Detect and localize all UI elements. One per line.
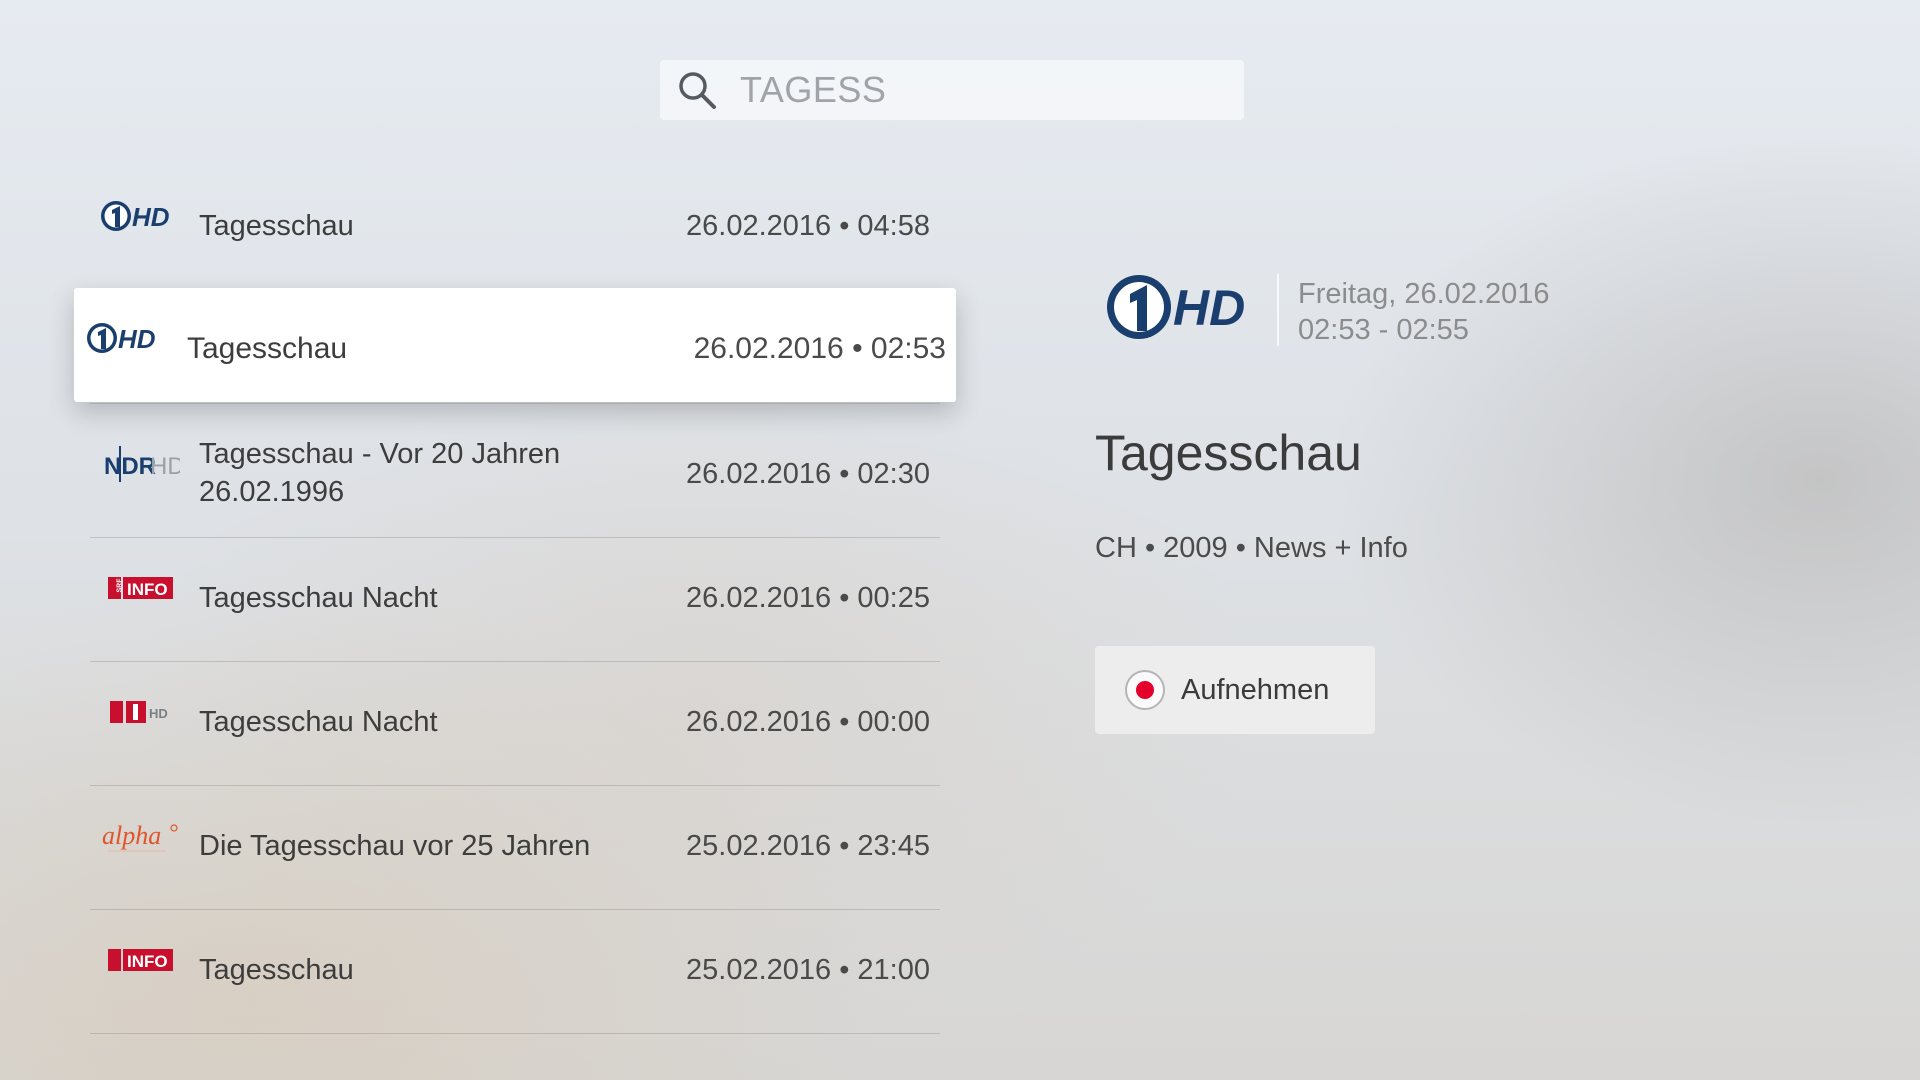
svg-text:alpha: alpha <box>102 821 161 850</box>
svg-text:HD: HD <box>149 706 168 721</box>
result-subtitle: 26.02.1996 <box>199 476 345 508</box>
result-title: Die Tagesschau vor 25 Jahren <box>199 830 591 862</box>
svg-text:NDR: NDR <box>104 453 156 480</box>
result-title: Tagesschau Nacht <box>199 706 438 738</box>
result-date: 26.02.2016 • 02:53 <box>693 332 946 365</box>
das-erste-hd-logo: HD <box>1105 272 1255 342</box>
detail-divider <box>1277 274 1279 346</box>
svg-text:HD: HD <box>118 324 156 354</box>
result-title: Tagesschau <box>199 210 354 242</box>
result-title: Tagesschau <box>187 332 348 365</box>
result-row[interactable]: NDR HD Tagesschau - Vor 20 Jahren 26.02.… <box>90 414 940 538</box>
record-icon <box>1125 670 1165 710</box>
das-erste-hd-logo: HD <box>86 318 166 358</box>
svg-text:HD: HD <box>150 453 180 480</box>
srf-info-logo: INFO <box>100 940 180 980</box>
results-list: HD Tagesschau 26.02.2016 • 04:58 HD Tage… <box>74 166 956 1034</box>
result-date: 26.02.2016 • 04:58 <box>686 210 930 242</box>
result-row[interactable]: HD Tagesschau 26.02.2016 • 04:58 <box>90 166 940 290</box>
result-title: Tagesschau <box>199 954 354 986</box>
search-icon <box>679 72 716 109</box>
result-row-selected[interactable]: HD Tagesschau 26.02.2016 • 02:53 <box>74 288 956 404</box>
svg-text:INFO: INFO <box>127 580 168 599</box>
detail-day: Freitag, 26.02.2016 <box>1298 278 1550 310</box>
search-input[interactable]: TAGESS <box>740 69 886 111</box>
result-date: 25.02.2016 • 21:00 <box>686 954 930 986</box>
result-title: Tagesschau - Vor 20 Jahren <box>199 438 561 470</box>
result-date: 26.02.2016 • 00:25 <box>686 582 930 614</box>
result-row[interactable]: HD Tagesschau Nacht 26.02.2016 • 00:00 <box>90 662 940 786</box>
srf-info-logo: SRF INFO <box>100 568 180 608</box>
svg-text:HD: HD <box>132 202 170 232</box>
detail-title: Tagesschau <box>1095 424 1362 481</box>
ard-alpha-logo: alpha <box>100 816 180 856</box>
srf-1-hd-logo: HD <box>100 692 180 732</box>
result-row[interactable]: alpha Die Tagesschau vor 25 Jahren 25.02… <box>90 786 940 910</box>
result-title: Tagesschau Nacht <box>199 582 438 614</box>
result-date: 26.02.2016 • 00:00 <box>686 706 930 738</box>
result-date: 25.02.2016 • 23:45 <box>686 830 930 862</box>
record-label: Aufnehmen <box>1181 673 1330 706</box>
svg-text:HD: HD <box>1173 280 1245 336</box>
record-button[interactable]: Aufnehmen <box>1095 646 1375 734</box>
das-erste-hd-logo: HD <box>100 196 180 236</box>
search-bar[interactable]: TAGESS <box>660 60 1244 120</box>
result-row[interactable]: SRF INFO Tagesschau Nacht 26.02.2016 • 0… <box>90 538 940 662</box>
svg-text:SRF: SRF <box>117 578 124 593</box>
svg-text:INFO: INFO <box>127 952 168 971</box>
result-date: 26.02.2016 • 02:30 <box>686 458 930 490</box>
detail-time: 02:53 - 02:55 <box>1298 314 1469 346</box>
ndr-hd-logo: NDR HD <box>100 444 180 484</box>
result-row[interactable]: INFO Tagesschau 25.02.2016 • 21:00 <box>90 910 940 1034</box>
detail-meta: CH • 2009 • News + Info <box>1095 532 1408 564</box>
